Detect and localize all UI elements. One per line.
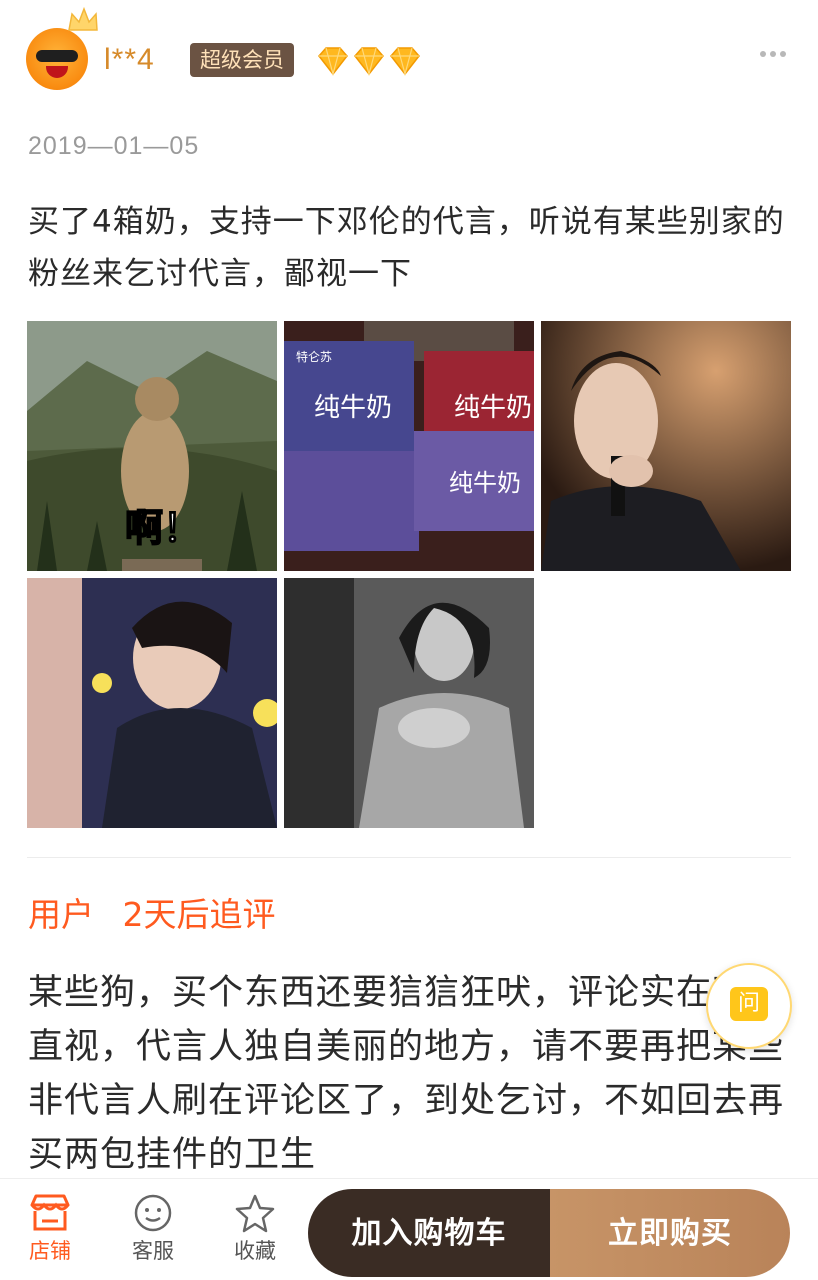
customer-service-label: 客服 — [132, 1239, 174, 1263]
username: l**4 — [104, 43, 155, 76]
shop-label: 店铺 — [29, 1239, 71, 1263]
customer-service-button[interactable]: 客服 — [113, 1193, 193, 1265]
favorite-label: 收藏 — [234, 1239, 276, 1263]
diamond-icon — [390, 47, 420, 76]
review-photo-marmot[interactable]: 啊！ — [27, 321, 277, 571]
bottom-action-bar: 店铺 客服 收藏 加入购物车 立即购买 — [0, 1178, 818, 1280]
avatar — [26, 28, 88, 90]
svg-text:特仑苏: 特仑苏 — [296, 349, 332, 364]
svg-text:纯牛奶: 纯牛奶 — [454, 393, 532, 423]
crown-icon — [68, 6, 98, 31]
review-photo-singer[interactable] — [541, 321, 791, 571]
svg-text:纯牛奶: 纯牛奶 — [314, 393, 392, 423]
followup-header: 用户 2天后追评 — [28, 892, 294, 938]
shop-button[interactable]: 店铺 — [10, 1193, 90, 1265]
ask-question-button[interactable]: 问 — [706, 963, 792, 1049]
review-header: l**4 超级会员 — [0, 0, 818, 110]
followup-when: 2天后追评 — [122, 895, 276, 934]
vip-diamonds — [316, 46, 422, 76]
photo-caption: 啊！ — [125, 506, 201, 550]
review-photo-milk-boxes[interactable]: 纯牛奶 纯牛奶 纯牛奶 特仑苏 — [284, 321, 534, 571]
add-to-cart-button[interactable]: 加入购物车 — [308, 1189, 550, 1277]
favorite-button[interactable]: 收藏 — [215, 1193, 295, 1265]
review-photo-woman[interactable] — [284, 578, 534, 828]
section-divider — [27, 857, 791, 858]
followup-who: 用户 — [28, 895, 94, 934]
diamond-icon — [354, 47, 384, 76]
customer-service-icon — [134, 1194, 172, 1232]
svg-text:纯牛奶: 纯牛奶 — [449, 469, 521, 497]
vip-badge: 超级会员 — [190, 43, 294, 77]
review-photo-profile[interactable] — [27, 578, 277, 828]
review-date: 2019—01—05 — [28, 132, 200, 160]
user-avatar[interactable] — [26, 6, 104, 92]
shop-icon — [30, 1194, 70, 1231]
star-icon — [235, 1194, 275, 1233]
review-text: 买了4箱奶，支持一下邓伦的代言，听说有某些别家的粉丝来乞讨代言，鄙视一下 — [28, 204, 785, 292]
more-options-icon[interactable] — [760, 48, 788, 60]
followup-text: 某些狗，买个东西还要狺狺狂吠，评论实在不忍直视，代言人独自美丽的地方，请不要再把… — [28, 973, 785, 1175]
diamond-icon — [318, 47, 348, 76]
ask-icon: 问 — [730, 987, 768, 1021]
buy-now-button[interactable]: 立即购买 — [550, 1189, 790, 1277]
